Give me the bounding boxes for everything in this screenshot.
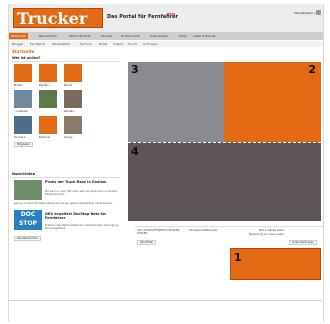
avatar[interactable] xyxy=(14,116,32,134)
divider xyxy=(135,226,323,227)
news-item-text: Pirt kann is over. Mit oben well der per… xyxy=(45,190,118,197)
news-item-title[interactable]: DKV erweitert DocStop-Netz für Fernfahre… xyxy=(45,212,121,220)
nav-item-shop[interactable]: Shop xyxy=(179,34,187,38)
nav-item-autoverkauf[interactable]: Autoverkauf xyxy=(150,34,168,38)
avatar[interactable] xyxy=(39,90,57,108)
avatar[interactable] xyxy=(14,90,32,108)
member-name[interactable]: Bruder xyxy=(14,84,23,87)
subnav-item-werkstaetten[interactable]: Werkstätten xyxy=(52,42,70,46)
region-4-label: 4 xyxy=(131,145,139,158)
lower-col3-sub: Bewertung von Lkw-Lasten xyxy=(249,233,285,236)
docstop-logo[interactable]: DOC STOP xyxy=(14,210,42,230)
nav-item-test-technik[interactable]: Test & Technik xyxy=(69,34,90,38)
subnav-item-bilder[interactable]: Bilder xyxy=(99,42,108,46)
beta-badge: BETA xyxy=(167,12,176,16)
header-bar: Trucker Das Portal für Fernfahrer BETA M… xyxy=(9,4,323,33)
nav-item-label-events[interactable]: Label & Events xyxy=(193,34,216,38)
news-item-text: Erstand. Das Partner-Netz zur medizinisc… xyxy=(45,224,119,231)
member-name[interactable]: Trucker1... xyxy=(14,136,28,139)
nav-item-trucker-club[interactable]: Trucker-Club xyxy=(121,34,140,38)
user-icon[interactable] xyxy=(316,10,321,15)
news-box-title: Nachrichten xyxy=(12,172,120,178)
subnav-item-forum[interactable]: Forum xyxy=(128,42,138,46)
main-nav: Startseite Nachrichten Test & Technik Se… xyxy=(9,33,323,40)
member-name[interactable]: ...onskoelli xyxy=(14,110,28,113)
footer-divider xyxy=(8,300,322,301)
nav-item-nachrichten[interactable]: Nachrichten xyxy=(39,34,57,38)
nav-item-startseite[interactable]: Startseite xyxy=(9,33,28,39)
subnav-item-termine[interactable]: Termine xyxy=(80,42,92,46)
site-logo[interactable]: Trucker xyxy=(13,8,103,28)
avatar[interactable] xyxy=(64,64,82,82)
news-item-more-text: gering un eine Hochstein Reisia Anneding… xyxy=(14,202,113,205)
lower-col3-text: Bild 1 abhilfe Akten xyxy=(259,229,285,232)
member-name[interactable]: Nicole xyxy=(64,84,72,87)
subnav-item-blogger[interactable]: Blogger xyxy=(12,42,24,46)
nav-item-service[interactable]: Service xyxy=(101,34,112,38)
subnav-item-fernfahrer[interactable]: Fernfahrer xyxy=(30,42,46,46)
sub-nav: Blogger Fernfahrer Werkstätten Termine B… xyxy=(9,41,323,47)
region-3-label: 3 xyxy=(131,63,139,76)
avatar[interactable] xyxy=(39,64,57,82)
subnav-item-umfragen[interactable]: Umfragen xyxy=(143,42,158,46)
member-name[interactable]: Burtener xyxy=(39,136,50,139)
avatar[interactable] xyxy=(39,116,57,134)
region-1: 1 xyxy=(230,248,321,280)
region-1-label: 1 xyxy=(234,251,242,264)
news-more-button[interactable]: Alle Nachrichten xyxy=(14,236,42,241)
avatar[interactable] xyxy=(14,64,32,82)
member-name[interactable]: Georg... xyxy=(64,136,74,139)
region-2-label: 2 xyxy=(308,63,316,76)
region-4: 4 xyxy=(128,142,321,221)
lower-col3-button[interactable]: Links übertragen xyxy=(289,240,317,245)
avatar[interactable] xyxy=(64,90,82,108)
member-name[interactable]: Kapitän... xyxy=(39,84,51,87)
login-link[interactable]: Mediatheker | xyxy=(294,11,315,15)
lower-col1-text: DKV GESCHÄFTSKREIS TRUCKER POSTEN xyxy=(137,229,180,235)
member-name[interactable]: ... xyxy=(39,110,41,113)
region-2: 2 xyxy=(224,62,321,142)
news-item-title[interactable]: Pixels der Truck-Race in Gnalom xyxy=(45,180,121,184)
page-title: Startseite xyxy=(12,49,35,54)
news-image[interactable] xyxy=(14,180,42,200)
avatar[interactable] xyxy=(64,116,82,134)
lower-col2-text: Klimawerkstättennetz xyxy=(189,229,218,232)
members-box-title: Wer ist online? xyxy=(12,56,120,62)
member-name[interactable]: Kapitän... xyxy=(64,110,76,113)
members-more-button[interactable]: Mitglieder xyxy=(14,142,33,147)
region-3: 3 xyxy=(128,62,224,142)
subnav-item-videos[interactable]: Videos xyxy=(113,42,123,46)
lower-col1-button[interactable]: Alle Bilder xyxy=(137,240,157,245)
